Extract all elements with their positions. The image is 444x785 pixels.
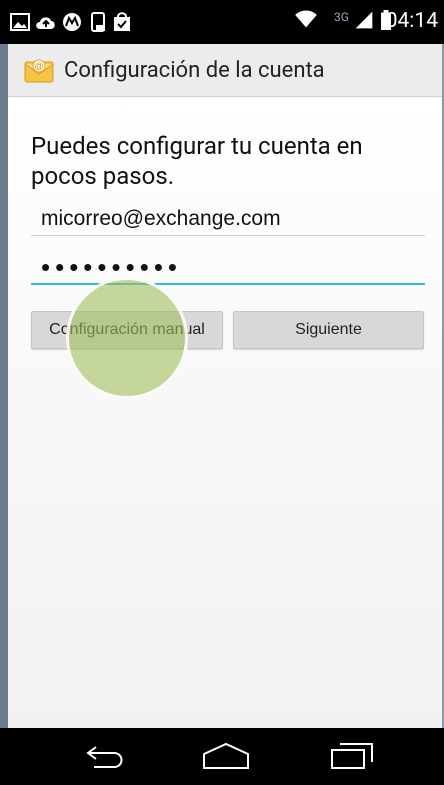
action-bar: @ Configuración de la cuenta [0,44,444,97]
status-time: 04:14 [385,9,438,33]
signal-icon [355,11,373,29]
image-notification-icon [10,13,30,31]
touch-indicator [66,277,188,399]
email-field[interactable] [31,202,425,236]
recent-apps-icon[interactable] [330,742,374,770]
screen: 3G 04:14 @ Configuración de la cuenta Pu… [0,0,444,785]
back-icon[interactable] [84,744,128,770]
intro-text: Puedes configurar tu cuenta en pocos pas… [31,132,363,190]
page-title: Configuración de la cuenta [64,58,325,83]
wifi-icon [295,10,317,28]
network-type-label: 3G [334,10,349,24]
cloud-upload-icon [36,17,55,29]
phone-update-icon [91,12,105,32]
navigation-bar [0,728,444,785]
shopping-bag-icon [114,12,130,31]
password-field[interactable] [31,251,425,285]
home-icon[interactable] [201,742,251,770]
screen-frame-left [0,44,8,728]
status-bar: 3G 04:14 [0,0,444,44]
next-button[interactable]: Siguiente [233,311,424,349]
email-envelope-icon[interactable]: @ [24,56,54,84]
account-setup-form: Puedes configurar tu cuenta en pocos pas… [0,97,444,728]
svg-text:@: @ [34,61,43,71]
motorola-icon [63,13,81,31]
